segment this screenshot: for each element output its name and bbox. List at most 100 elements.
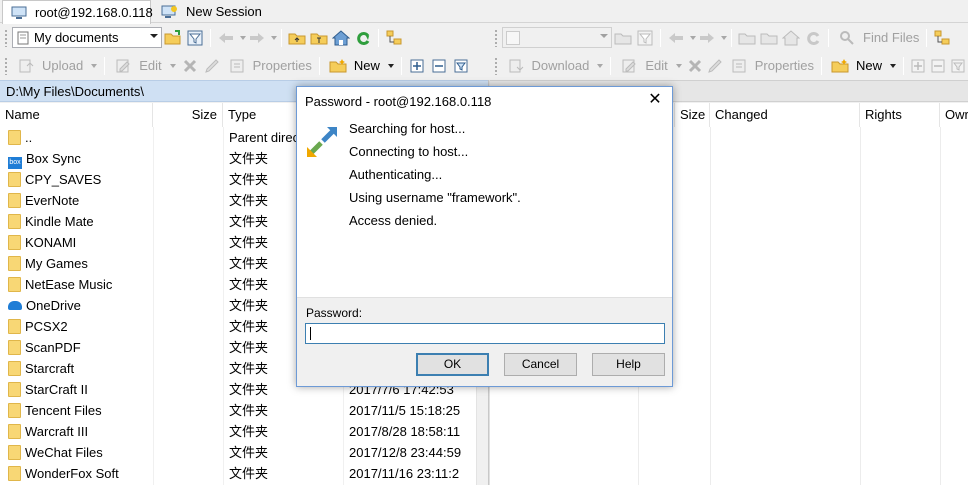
help-button[interactable]: Help: [592, 353, 665, 376]
new-folder-icon: [329, 57, 347, 75]
folder-icon: [8, 340, 21, 355]
file-changed-cell: 2017/12/8 23:44:59: [349, 445, 462, 460]
folder-icon: [8, 256, 21, 271]
monitor-icon: [11, 4, 27, 22]
folder-icon: [8, 277, 21, 292]
upload-button[interactable]: Upload: [12, 57, 100, 75]
find-files-button[interactable]: Find Files: [833, 29, 922, 47]
open-folder-icon[interactable]: [164, 29, 182, 47]
properties-button[interactable]: Properties: [725, 57, 817, 75]
column-header-size[interactable]: Size: [675, 103, 710, 127]
folder-icon: [8, 235, 21, 250]
table-row[interactable]: WeChat Files 文件夹 2017/12/8 23:44:59: [0, 442, 488, 463]
file-type-cell: 文件夹: [229, 445, 269, 460]
right-action-toolbar: Download Edit Properties New: [490, 52, 968, 79]
select-plus-icon[interactable]: [910, 57, 926, 75]
tree-view-icon[interactable]: [933, 29, 951, 47]
filter-select-icon[interactable]: [452, 57, 470, 75]
remote-location-combo[interactable]: [502, 27, 612, 48]
chevron-down-icon[interactable]: [597, 63, 604, 68]
chevron-down-icon[interactable]: [91, 63, 98, 68]
chevron-down-icon[interactable]: [690, 35, 696, 40]
tree-view-icon[interactable]: [385, 29, 403, 47]
toolbar-grip[interactable]: [494, 56, 498, 75]
tab-new-session[interactable]: New Session: [152, 0, 268, 23]
column-header-size[interactable]: Size: [153, 103, 223, 127]
column-header-rights[interactable]: Rights: [860, 103, 940, 127]
password-input[interactable]: [305, 323, 665, 344]
local-location-combo[interactable]: My documents: [12, 27, 162, 48]
properties-icon: [730, 57, 748, 75]
select-minus-icon[interactable]: [930, 57, 946, 75]
home-icon[interactable]: [332, 29, 350, 47]
close-icon[interactable]: ✕: [648, 92, 662, 108]
chevron-down-icon[interactable]: [240, 35, 246, 40]
chevron-down-icon[interactable]: [271, 35, 277, 40]
filter-select-icon[interactable]: [950, 57, 966, 75]
rename-icon[interactable]: [203, 57, 221, 75]
chevron-down-icon[interactable]: [675, 63, 682, 68]
refresh-icon[interactable]: [354, 29, 372, 47]
root-directory-icon[interactable]: [310, 29, 328, 47]
forward-arrow-icon[interactable]: [248, 29, 266, 47]
new-button[interactable]: New: [324, 57, 397, 75]
table-row[interactable]: WonderFox Soft 文件夹 2017/11/16 23:11:2: [0, 463, 488, 484]
new-label: New: [856, 58, 883, 73]
filter-icon[interactable]: [636, 29, 654, 47]
back-arrow-icon[interactable]: [667, 29, 685, 47]
cancel-button[interactable]: Cancel: [504, 353, 577, 376]
column-header-name[interactable]: Name: [0, 103, 153, 127]
select-minus-icon[interactable]: [430, 57, 448, 75]
file-name: Box Sync: [26, 151, 81, 166]
chevron-down-icon[interactable]: [150, 34, 158, 38]
column-header-label: Name: [5, 107, 40, 122]
file-name: CPY_SAVES: [25, 172, 102, 187]
chevron-down-icon[interactable]: [600, 34, 608, 38]
session-tab-bar: root@192.168.0.118 New Session: [0, 0, 968, 24]
onedrive-icon: [8, 301, 22, 310]
properties-button[interactable]: Properties: [223, 57, 315, 75]
back-arrow-icon[interactable]: [217, 29, 235, 47]
column-header-owner[interactable]: Owr: [940, 103, 968, 127]
toolbar-grip[interactable]: [494, 28, 498, 47]
tab-root-session[interactable]: root@192.168.0.118: [2, 0, 153, 24]
delete-icon[interactable]: [181, 57, 199, 75]
open-folder-icon[interactable]: [614, 29, 632, 47]
folder-icon: [8, 403, 21, 418]
file-name: StarCraft II: [25, 382, 88, 397]
column-header-changed[interactable]: Changed: [710, 103, 860, 127]
ok-button[interactable]: OK: [416, 353, 489, 376]
chevron-down-icon[interactable]: [890, 63, 897, 68]
table-row[interactable]: Tencent Files 文件夹 2017/11/5 15:18:25: [0, 400, 488, 421]
toolbar-separator: [378, 28, 379, 47]
edit-button[interactable]: Edit: [109, 57, 178, 75]
download-button[interactable]: Download: [502, 57, 607, 75]
root-directory-icon[interactable]: [760, 29, 778, 47]
chevron-down-icon[interactable]: [387, 63, 394, 68]
home-icon[interactable]: [782, 29, 800, 47]
local-location-value: My documents: [34, 30, 119, 45]
chevron-down-icon[interactable]: [169, 63, 176, 68]
status-message: Authenticating...: [349, 167, 443, 182]
file-name: EverNote: [25, 193, 80, 208]
box-sync-icon: box: [8, 157, 22, 169]
table-row[interactable]: Warcraft III 文件夹 2017/8/28 18:58:11: [0, 421, 488, 442]
new-button[interactable]: New: [826, 57, 899, 75]
toolbar-grip[interactable]: [4, 28, 8, 47]
parent-directory-icon[interactable]: [738, 29, 756, 47]
select-plus-icon[interactable]: [408, 57, 426, 75]
transfer-arrows-icon: [305, 125, 339, 159]
refresh-icon[interactable]: [804, 29, 822, 47]
rename-icon[interactable]: [707, 57, 723, 75]
filter-icon[interactable]: [186, 29, 204, 47]
edit-label: Edit: [645, 58, 668, 73]
file-name: ScanPDF: [25, 340, 81, 355]
edit-button[interactable]: Edit: [615, 57, 684, 75]
chevron-down-icon[interactable]: [721, 35, 727, 40]
toolbar-grip[interactable]: [4, 56, 8, 75]
column-divider: [940, 127, 941, 485]
delete-icon[interactable]: [687, 57, 703, 75]
column-header-label: Owr: [945, 107, 968, 122]
parent-directory-icon[interactable]: [288, 29, 306, 47]
forward-arrow-icon[interactable]: [698, 29, 716, 47]
